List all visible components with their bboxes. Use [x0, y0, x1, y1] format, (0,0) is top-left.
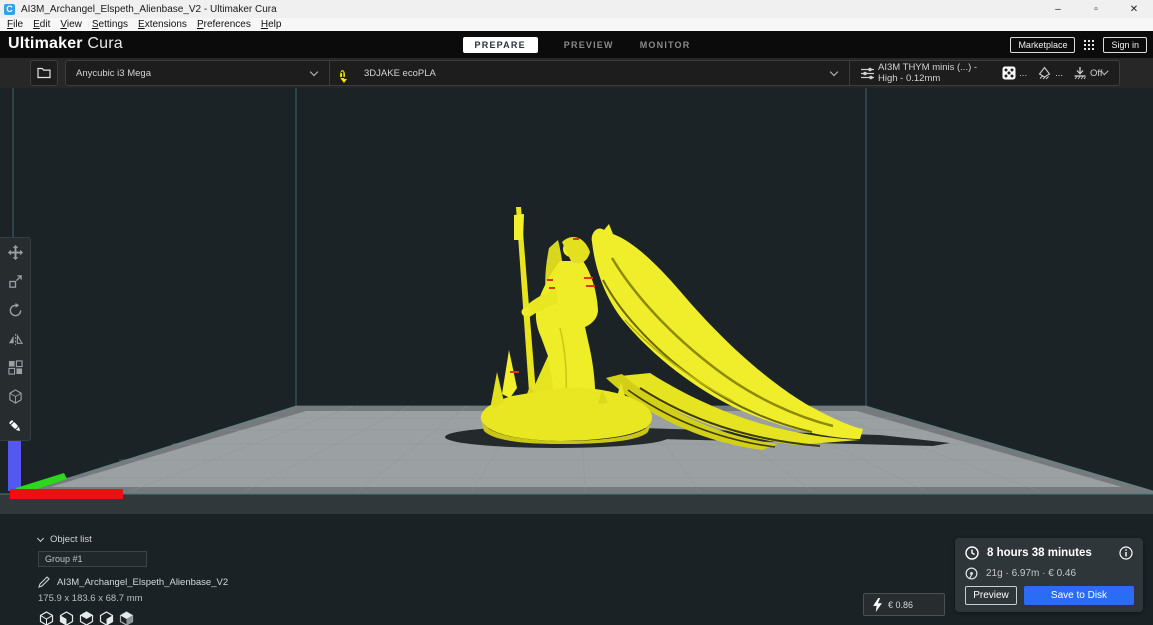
stage-tabs: PREPARE PREVIEW MONITOR [0, 31, 1153, 58]
extruder-icon: 1 [340, 65, 356, 83]
apps-grid-icon[interactable] [1083, 39, 1095, 51]
tab-prepare[interactable]: PREPARE [462, 36, 538, 53]
power-cost-value: € 0.86 [888, 599, 914, 610]
view-left-button[interactable] [98, 610, 114, 625]
material-usage: 21g · 6.97m · € 0.46 [986, 568, 1077, 579]
support-icon [1037, 66, 1052, 80]
model-name: AI3M_Archangel_Elspeth_Alienbase_V2 [57, 576, 229, 588]
print-summary-panel: 8 hours 38 minutes 21g · 6.97m · € 0.46 … [955, 538, 1143, 612]
spool-icon [965, 567, 978, 580]
view-3d-button[interactable] [38, 610, 54, 625]
marketplace-button[interactable]: Marketplace [1010, 36, 1076, 53]
printer-name: Anycubic i3 Mega [76, 67, 151, 79]
object-list-header[interactable]: Object list [36, 534, 228, 545]
sliders-icon [860, 67, 875, 80]
move-icon [7, 244, 23, 260]
window-title: AI3M_Archangel_Elspeth_Alienbase_V2 - Ul… [21, 3, 277, 15]
material-name: 3DJAKE ecoPLA [364, 67, 436, 79]
menu-view[interactable]: View [55, 19, 87, 30]
per-model-settings-tool[interactable] [0, 353, 30, 382]
configuration-bar: Anycubic i3 Mega 1 3DJAKE ecoPLA AI3M TH… [0, 58, 1153, 88]
menu-extensions[interactable]: Extensions [133, 19, 192, 30]
material-selector[interactable]: 1 3DJAKE ecoPLA [329, 61, 849, 85]
profile-summary: AI3M THYM minis (...) - High - 0.12mm [878, 62, 978, 84]
support-blocker-icon [8, 389, 22, 404]
info-icon[interactable] [1119, 546, 1133, 560]
lightning-icon [873, 597, 882, 612]
model-dimensions: 175.9 x 183.6 x 68.7 mm [38, 593, 143, 604]
power-cost-tag: € 0.86 [863, 593, 945, 616]
menu-settings[interactable]: Settings [87, 19, 133, 30]
minimize-icon[interactable]: – [1039, 0, 1077, 18]
maximize-icon[interactable]: ▫ [1077, 0, 1115, 18]
mirror-tool[interactable] [0, 325, 30, 354]
view-top-button[interactable] [78, 610, 94, 625]
tab-monitor[interactable]: MONITOR [640, 40, 691, 50]
measure-pencil-icon [9, 420, 20, 431]
measure-tool[interactable] [0, 411, 30, 440]
chevron-down-icon [309, 67, 319, 76]
infill-value: ... [1019, 67, 1028, 79]
app-header: Ultimaker Cura PREPARE PREVIEW MONITOR M… [0, 31, 1153, 58]
support-value: ... [1055, 67, 1064, 79]
menu-edit[interactable]: Edit [28, 19, 55, 30]
x-axis [10, 489, 123, 499]
save-to-disk-button[interactable]: Save to Disk [1024, 586, 1134, 605]
object-list-panel: Object list Group #1 AI3M_Archangel_Elsp… [36, 534, 228, 625]
object-list-label: Object list [50, 534, 92, 545]
menu-file[interactable]: File [2, 19, 28, 30]
adhesion-icon [1073, 66, 1087, 80]
print-settings-selector[interactable]: AI3M THYM minis (...) - High - 0.12mm ..… [849, 61, 1119, 85]
preview-button[interactable]: Preview [965, 586, 1017, 605]
tool-panel [0, 237, 31, 441]
titlebar: C AI3M_Archangel_Elspeth_Alienbase_V2 - … [0, 0, 1153, 18]
edit-pencil-icon [38, 576, 50, 588]
cura-app-icon: C [4, 3, 15, 15]
z-axis [8, 437, 21, 491]
rotate-icon [9, 302, 21, 316]
rotate-tool[interactable] [0, 296, 30, 325]
folder-icon [37, 67, 51, 79]
print-time-estimate: 8 hours 38 minutes [987, 547, 1092, 559]
chevron-down-icon [829, 67, 839, 76]
open-file-button[interactable] [30, 60, 58, 86]
mirror-icon [8, 333, 23, 345]
view-front-button[interactable] [58, 610, 74, 625]
menubar: File Edit View Settings Extensions Prefe… [0, 18, 1153, 31]
support-blocker-tool[interactable] [0, 382, 30, 411]
viewport-3d[interactable]: Object list Group #1 AI3M_Archangel_Elsp… [0, 88, 1153, 625]
chevron-down-icon [36, 534, 45, 543]
per-model-settings-icon [7, 360, 23, 375]
tab-preview[interactable]: PREVIEW [564, 40, 614, 50]
view-right-button[interactable] [118, 610, 134, 625]
printer-selector[interactable]: Anycubic i3 Mega [66, 61, 329, 85]
scale-icon [8, 275, 22, 288]
infill-icon [1002, 66, 1016, 80]
camera-view-buttons [38, 610, 228, 625]
menu-help[interactable]: Help [256, 19, 287, 30]
clock-icon [965, 546, 979, 560]
move-tool[interactable] [0, 238, 30, 267]
object-group-item[interactable]: Group #1 [38, 551, 147, 567]
scale-tool[interactable] [0, 267, 30, 296]
configuration-control: Anycubic i3 Mega 1 3DJAKE ecoPLA AI3M TH… [65, 60, 1120, 86]
selected-model-row[interactable]: AI3M_Archangel_Elspeth_Alienbase_V2 [38, 576, 228, 588]
cura-window: C AI3M_Archangel_Elspeth_Alienbase_V2 - … [0, 0, 1153, 625]
menu-preferences[interactable]: Preferences [192, 19, 256, 30]
close-icon[interactable]: ✕ [1115, 0, 1153, 18]
signin-button[interactable]: Sign in [1103, 36, 1147, 53]
adhesion-value: Off [1090, 67, 1103, 79]
